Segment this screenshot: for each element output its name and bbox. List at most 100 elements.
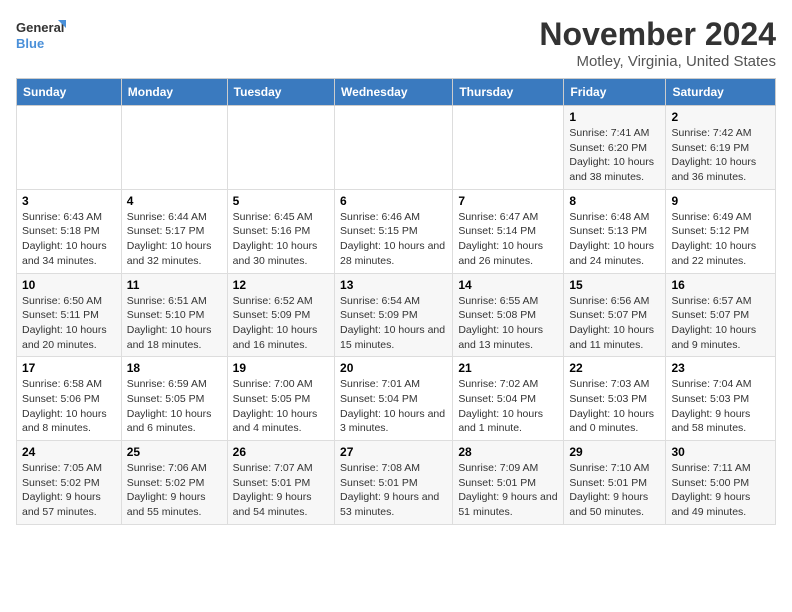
day-cell: 19 Sunrise: 7:00 AM Sunset: 5:05 PM Dayli… [227,357,334,441]
subtitle: Motley, Virginia, United States [539,53,776,70]
day-cell: 23 Sunrise: 7:04 AM Sunset: 5:03 PM Dayli… [666,357,776,441]
day-cell [227,106,334,190]
weekday-header-tuesday: Tuesday [227,79,334,106]
day-cell: 3Sunrise: 6:43 AM Sunset: 5:18 PM Daylig… [17,189,122,273]
day-cell: 22 Sunrise: 7:03 AM Sunset: 5:03 PM Dayli… [564,357,666,441]
day-cell: 6 Sunrise: 6:46 AM Sunset: 5:15 PM Daylig… [335,189,453,273]
day-cell: 17 Sunrise: 6:58 AM Sunset: 5:06 PM Dayli… [17,357,122,441]
day-cell: 21 Sunrise: 7:02 AM Sunset: 5:04 PM Dayli… [453,357,564,441]
day-info: Sunrise: 7:02 AM Sunset: 5:04 PM Dayligh… [458,377,558,436]
day-cell: 5Sunrise: 6:45 AM Sunset: 5:16 PM Daylig… [227,189,334,273]
day-number: 7 [458,194,558,208]
day-number: 6 [340,194,447,208]
header: General Blue November 2024 Motley, Virgi… [16,16,776,70]
svg-text:General: General [16,20,64,35]
day-cell: 9Sunrise: 6:49 AM Sunset: 5:12 PM Daylig… [666,189,776,273]
day-cell: 29 Sunrise: 7:10 AM Sunset: 5:01 PM Dayli… [564,441,666,525]
day-number: 2 [671,110,770,124]
day-number: 20 [340,361,447,375]
week-row-1: 1 Sunrise: 7:41 AM Sunset: 6:20 PM Daylig… [17,106,776,190]
day-info: Sunrise: 6:58 AM Sunset: 5:06 PM Dayligh… [22,377,116,436]
day-cell: 28Sunrise: 7:09 AM Sunset: 5:01 PM Dayli… [453,441,564,525]
day-number: 1 [569,110,660,124]
calendar-table: SundayMondayTuesdayWednesdayThursdayFrid… [16,78,776,525]
day-number: 30 [671,445,770,459]
day-number: 16 [671,278,770,292]
day-info: Sunrise: 6:55 AM Sunset: 5:08 PM Dayligh… [458,294,558,353]
day-cell: 26 Sunrise: 7:07 AM Sunset: 5:01 PM Dayli… [227,441,334,525]
day-cell: 1 Sunrise: 7:41 AM Sunset: 6:20 PM Daylig… [564,106,666,190]
day-number: 4 [127,194,222,208]
day-number: 12 [233,278,329,292]
day-info: Sunrise: 6:56 AM Sunset: 5:07 PM Dayligh… [569,294,660,353]
day-info: Sunrise: 6:47 AM Sunset: 5:14 PM Dayligh… [458,210,558,269]
week-row-5: 24 Sunrise: 7:05 AM Sunset: 5:02 PM Dayli… [17,441,776,525]
day-info: Sunrise: 7:07 AM Sunset: 5:01 PM Dayligh… [233,461,329,520]
day-number: 24 [22,445,116,459]
day-number: 26 [233,445,329,459]
day-info: Sunrise: 6:44 AM Sunset: 5:17 PM Dayligh… [127,210,222,269]
day-cell: 11 Sunrise: 6:51 AM Sunset: 5:10 PM Dayli… [121,273,227,357]
day-number: 11 [127,278,222,292]
day-info: Sunrise: 7:10 AM Sunset: 5:01 PM Dayligh… [569,461,660,520]
day-info: Sunrise: 6:45 AM Sunset: 5:16 PM Dayligh… [233,210,329,269]
day-number: 29 [569,445,660,459]
day-cell [335,106,453,190]
day-info: Sunrise: 6:57 AM Sunset: 5:07 PM Dayligh… [671,294,770,353]
weekday-header-saturday: Saturday [666,79,776,106]
week-row-4: 17 Sunrise: 6:58 AM Sunset: 5:06 PM Dayli… [17,357,776,441]
day-cell: 10Sunrise: 6:50 AM Sunset: 5:11 PM Dayli… [17,273,122,357]
day-info: Sunrise: 6:54 AM Sunset: 5:09 PM Dayligh… [340,294,447,353]
day-cell: 2 Sunrise: 7:42 AM Sunset: 6:19 PM Daylig… [666,106,776,190]
weekday-header-monday: Monday [121,79,227,106]
day-number: 15 [569,278,660,292]
day-info: Sunrise: 7:42 AM Sunset: 6:19 PM Dayligh… [671,126,770,185]
day-info: Sunrise: 7:00 AM Sunset: 5:05 PM Dayligh… [233,377,329,436]
day-info: Sunrise: 6:52 AM Sunset: 5:09 PM Dayligh… [233,294,329,353]
day-number: 17 [22,361,116,375]
day-info: Sunrise: 6:48 AM Sunset: 5:13 PM Dayligh… [569,210,660,269]
day-cell: 27Sunrise: 7:08 AM Sunset: 5:01 PM Dayli… [335,441,453,525]
day-cell: 25Sunrise: 7:06 AM Sunset: 5:02 PM Dayli… [121,441,227,525]
day-cell: 14Sunrise: 6:55 AM Sunset: 5:08 PM Dayli… [453,273,564,357]
day-info: Sunrise: 7:01 AM Sunset: 5:04 PM Dayligh… [340,377,447,436]
day-cell: 8 Sunrise: 6:48 AM Sunset: 5:13 PM Daylig… [564,189,666,273]
day-info: Sunrise: 7:05 AM Sunset: 5:02 PM Dayligh… [22,461,116,520]
day-cell [121,106,227,190]
day-info: Sunrise: 6:59 AM Sunset: 5:05 PM Dayligh… [127,377,222,436]
weekday-header-wednesday: Wednesday [335,79,453,106]
day-info: Sunrise: 6:46 AM Sunset: 5:15 PM Dayligh… [340,210,447,269]
week-row-3: 10Sunrise: 6:50 AM Sunset: 5:11 PM Dayli… [17,273,776,357]
day-info: Sunrise: 7:03 AM Sunset: 5:03 PM Dayligh… [569,377,660,436]
day-info: Sunrise: 7:08 AM Sunset: 5:01 PM Dayligh… [340,461,447,520]
day-number: 21 [458,361,558,375]
day-number: 22 [569,361,660,375]
day-info: Sunrise: 7:04 AM Sunset: 5:03 PM Dayligh… [671,377,770,436]
day-cell [453,106,564,190]
day-cell: 15 Sunrise: 6:56 AM Sunset: 5:07 PM Dayli… [564,273,666,357]
day-number: 3 [22,194,116,208]
day-number: 8 [569,194,660,208]
day-number: 13 [340,278,447,292]
day-info: Sunrise: 7:11 AM Sunset: 5:00 PM Dayligh… [671,461,770,520]
svg-text:Blue: Blue [16,36,44,51]
day-cell: 7 Sunrise: 6:47 AM Sunset: 5:14 PM Daylig… [453,189,564,273]
month-title: November 2024 [539,16,776,53]
day-number: 10 [22,278,116,292]
day-cell: 4 Sunrise: 6:44 AM Sunset: 5:17 PM Daylig… [121,189,227,273]
day-info: Sunrise: 7:06 AM Sunset: 5:02 PM Dayligh… [127,461,222,520]
weekday-header-sunday: Sunday [17,79,122,106]
day-cell: 20 Sunrise: 7:01 AM Sunset: 5:04 PM Dayli… [335,357,453,441]
day-info: Sunrise: 7:41 AM Sunset: 6:20 PM Dayligh… [569,126,660,185]
day-cell: 18Sunrise: 6:59 AM Sunset: 5:05 PM Dayli… [121,357,227,441]
day-number: 19 [233,361,329,375]
weekday-header-friday: Friday [564,79,666,106]
logo: General Blue [16,16,66,60]
weekday-header-thursday: Thursday [453,79,564,106]
day-info: Sunrise: 7:09 AM Sunset: 5:01 PM Dayligh… [458,461,558,520]
title-area: November 2024 Motley, Virginia, United S… [539,16,776,70]
day-info: Sunrise: 6:51 AM Sunset: 5:10 PM Dayligh… [127,294,222,353]
day-number: 23 [671,361,770,375]
day-number: 9 [671,194,770,208]
day-cell: 30 Sunrise: 7:11 AM Sunset: 5:00 PM Dayli… [666,441,776,525]
